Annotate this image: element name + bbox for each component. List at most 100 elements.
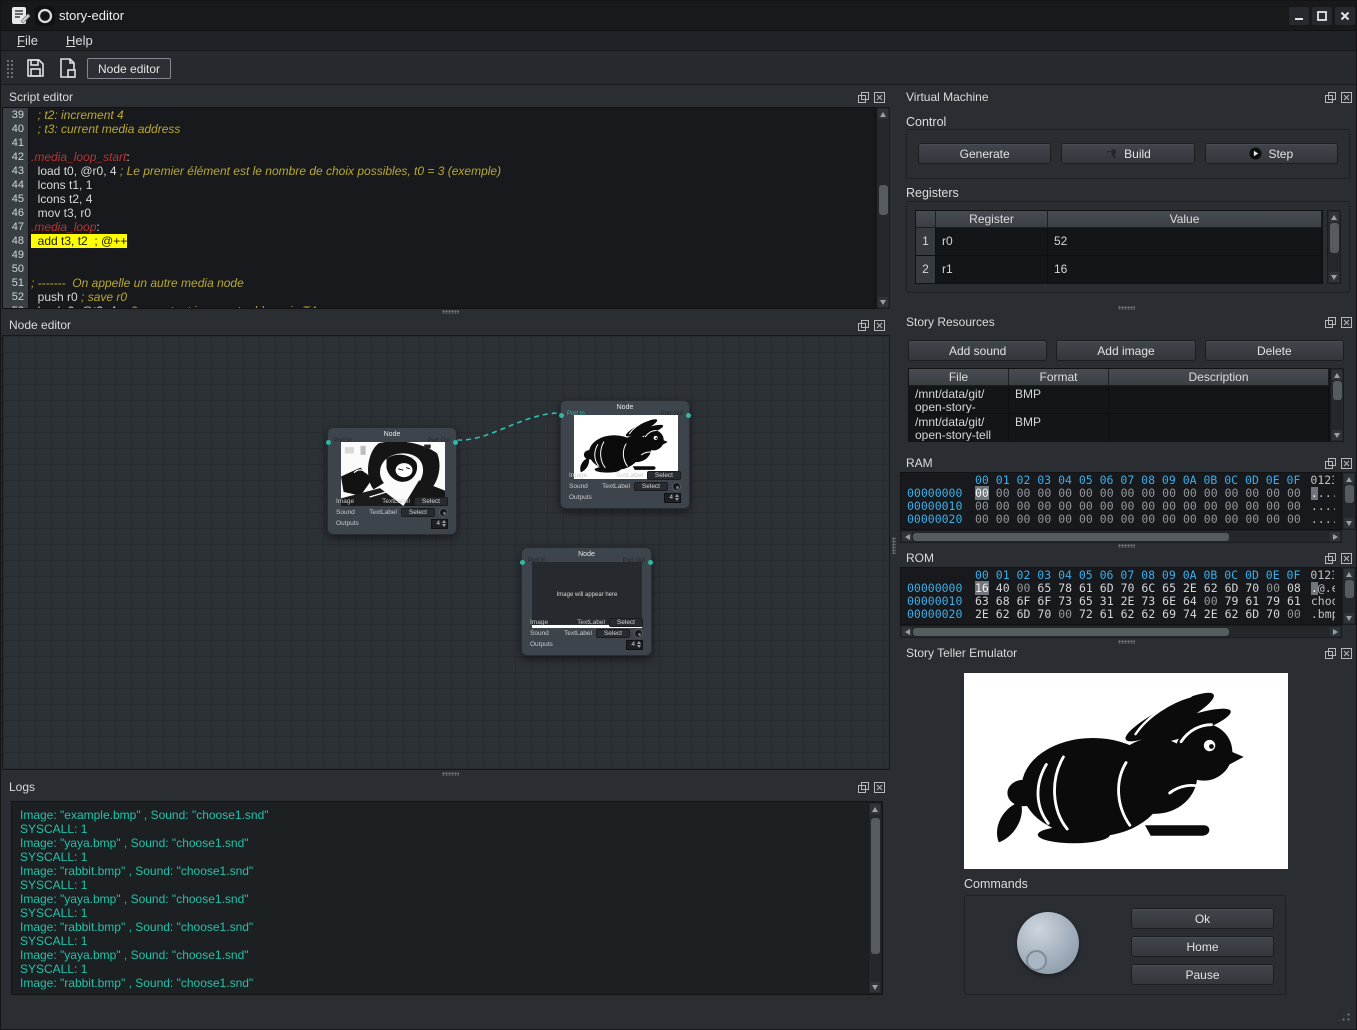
ram-vscrollbar[interactable] bbox=[1342, 472, 1356, 530]
scrollbar-thumb[interactable] bbox=[1333, 381, 1342, 400]
play-sound-button[interactable] bbox=[634, 629, 643, 638]
scroll-up-button[interactable] bbox=[870, 804, 880, 814]
select-sound-button[interactable]: Select bbox=[596, 629, 630, 638]
select-image-button[interactable]: Select bbox=[414, 497, 448, 506]
splitter-handle[interactable] bbox=[442, 772, 459, 776]
home-button[interactable]: Home bbox=[1131, 936, 1274, 957]
close-button[interactable] bbox=[1335, 7, 1355, 25]
toolbar-drag-handle[interactable] bbox=[6, 59, 14, 78]
select-sound-button[interactable]: Select bbox=[634, 482, 668, 491]
close-icon[interactable] bbox=[873, 91, 886, 104]
scrollbar-thumb[interactable] bbox=[913, 533, 1229, 541]
delete-button[interactable]: Delete bbox=[1205, 340, 1344, 361]
resources-table[interactable]: FileFormatDescription/mnt/data/git/ open… bbox=[908, 368, 1330, 442]
rom-vscrollbar[interactable] bbox=[1342, 567, 1356, 625]
close-icon[interactable] bbox=[873, 319, 886, 332]
play-sound-button[interactable] bbox=[439, 508, 448, 517]
step-button[interactable]: Step bbox=[1205, 143, 1338, 164]
scrollbar-thumb[interactable] bbox=[913, 628, 1229, 636]
close-icon[interactable] bbox=[1340, 91, 1353, 104]
media-node-yaya[interactable]: Node Port In Port Out ImageTextLabelSele… bbox=[327, 427, 457, 535]
minimize-button[interactable] bbox=[1289, 7, 1309, 25]
input-port[interactable] bbox=[520, 560, 525, 565]
spin-down-icon[interactable] bbox=[442, 524, 446, 527]
registers-vscrollbar[interactable] bbox=[1327, 210, 1341, 284]
register-cell[interactable]: 52 bbox=[1048, 228, 1322, 256]
float-icon[interactable] bbox=[1324, 647, 1337, 660]
media-node-empty[interactable]: Node Port In Port Out Image will appear … bbox=[521, 547, 652, 656]
register-cell[interactable]: 16 bbox=[1048, 256, 1322, 284]
resource-cell[interactable]: /mnt/data/git/ open-story-tell bbox=[909, 414, 1009, 442]
scroll-down-button[interactable] bbox=[1344, 518, 1354, 528]
output-port[interactable] bbox=[453, 440, 458, 445]
splitter-handle[interactable] bbox=[1118, 544, 1135, 548]
resource-cell[interactable]: BMP bbox=[1009, 414, 1109, 442]
resource-cell[interactable] bbox=[1109, 414, 1329, 442]
splitter-handle[interactable] bbox=[442, 310, 459, 314]
splitter-handle-vertical[interactable] bbox=[892, 537, 896, 554]
window-resize-grip[interactable] bbox=[1336, 1007, 1352, 1023]
float-icon[interactable] bbox=[1324, 91, 1337, 104]
node-editor-toggle-button[interactable]: Node editor bbox=[87, 58, 171, 79]
select-image-button[interactable]: Select bbox=[609, 618, 643, 627]
output-port[interactable] bbox=[648, 560, 653, 565]
float-icon[interactable] bbox=[857, 781, 870, 794]
scroll-left-button[interactable] bbox=[902, 627, 912, 636]
selection-knob[interactable] bbox=[1017, 912, 1079, 974]
scrollbar-thumb[interactable] bbox=[1345, 580, 1354, 598]
close-icon[interactable] bbox=[1340, 552, 1353, 565]
resources-column-header[interactable]: Format bbox=[1009, 369, 1109, 386]
rom-hex-view[interactable]: 00 01 02 03 04 05 06 07 08 09 0A 0B 0C 0… bbox=[900, 567, 1342, 625]
float-icon[interactable] bbox=[857, 319, 870, 332]
add-image-button[interactable]: Add image bbox=[1056, 340, 1195, 361]
input-port[interactable] bbox=[326, 440, 331, 445]
play-sound-button[interactable] bbox=[672, 482, 681, 491]
scroll-up-button[interactable] bbox=[878, 109, 888, 119]
spin-down-icon[interactable] bbox=[675, 498, 679, 501]
registers-column-header[interactable]: Value bbox=[1048, 211, 1322, 228]
ram-hex-view[interactable]: 00 01 02 03 04 05 06 07 08 09 0A 0B 0C 0… bbox=[900, 472, 1342, 530]
scrollbar-thumb[interactable] bbox=[879, 185, 888, 215]
resources-vscrollbar[interactable] bbox=[1330, 368, 1344, 442]
scroll-right-button[interactable] bbox=[1330, 532, 1340, 541]
titlebar[interactable]: story-editor bbox=[1, 1, 1356, 31]
ram-hscrollbar[interactable] bbox=[900, 530, 1342, 543]
save-button[interactable] bbox=[21, 54, 49, 82]
menu-file[interactable]: File bbox=[11, 32, 44, 49]
scroll-down-button[interactable] bbox=[1329, 272, 1339, 282]
scroll-up-button[interactable] bbox=[1344, 474, 1354, 484]
scrollbar-thumb[interactable] bbox=[1330, 223, 1339, 253]
scroll-down-button[interactable] bbox=[1332, 430, 1342, 440]
spin-down-icon[interactable] bbox=[637, 645, 641, 648]
register-cell[interactable]: 2 bbox=[916, 256, 936, 284]
node-canvas[interactable]: Node Port In Port Out ImageTextLabelSele… bbox=[2, 335, 890, 770]
float-icon[interactable] bbox=[1324, 552, 1337, 565]
ok-button[interactable]: Ok bbox=[1131, 908, 1274, 929]
outputs-spinner[interactable]: 4 bbox=[664, 493, 681, 503]
generate-button[interactable]: Generate bbox=[918, 143, 1051, 164]
scroll-up-button[interactable] bbox=[1344, 569, 1354, 579]
register-cell[interactable]: r0 bbox=[936, 228, 1048, 256]
scroll-down-button[interactable] bbox=[1344, 613, 1354, 623]
scroll-up-button[interactable] bbox=[1332, 370, 1342, 380]
scrollbar-thumb[interactable] bbox=[871, 818, 880, 954]
scroll-right-button[interactable] bbox=[1330, 627, 1340, 636]
registers-column-header[interactable]: Register bbox=[936, 211, 1048, 228]
maximize-button[interactable] bbox=[1312, 7, 1332, 25]
export-button[interactable] bbox=[54, 54, 82, 82]
menu-help[interactable]: Help bbox=[60, 32, 99, 49]
close-icon[interactable] bbox=[1340, 316, 1353, 329]
input-port[interactable] bbox=[559, 413, 564, 418]
outputs-spinner[interactable]: 4 bbox=[626, 640, 643, 650]
script-editor-vscrollbar[interactable] bbox=[876, 107, 890, 309]
select-image-button[interactable]: Select bbox=[647, 471, 681, 480]
close-icon[interactable] bbox=[1340, 647, 1353, 660]
resources-column-header[interactable]: File bbox=[909, 369, 1009, 386]
resource-cell[interactable] bbox=[1109, 386, 1329, 414]
splitter-handle[interactable] bbox=[1118, 306, 1135, 310]
float-icon[interactable] bbox=[1324, 457, 1337, 470]
spin-up-icon[interactable] bbox=[442, 520, 446, 523]
resources-column-header[interactable]: Description bbox=[1109, 369, 1329, 386]
register-cell[interactable]: r1 bbox=[936, 256, 1048, 284]
scroll-down-button[interactable] bbox=[870, 982, 880, 992]
